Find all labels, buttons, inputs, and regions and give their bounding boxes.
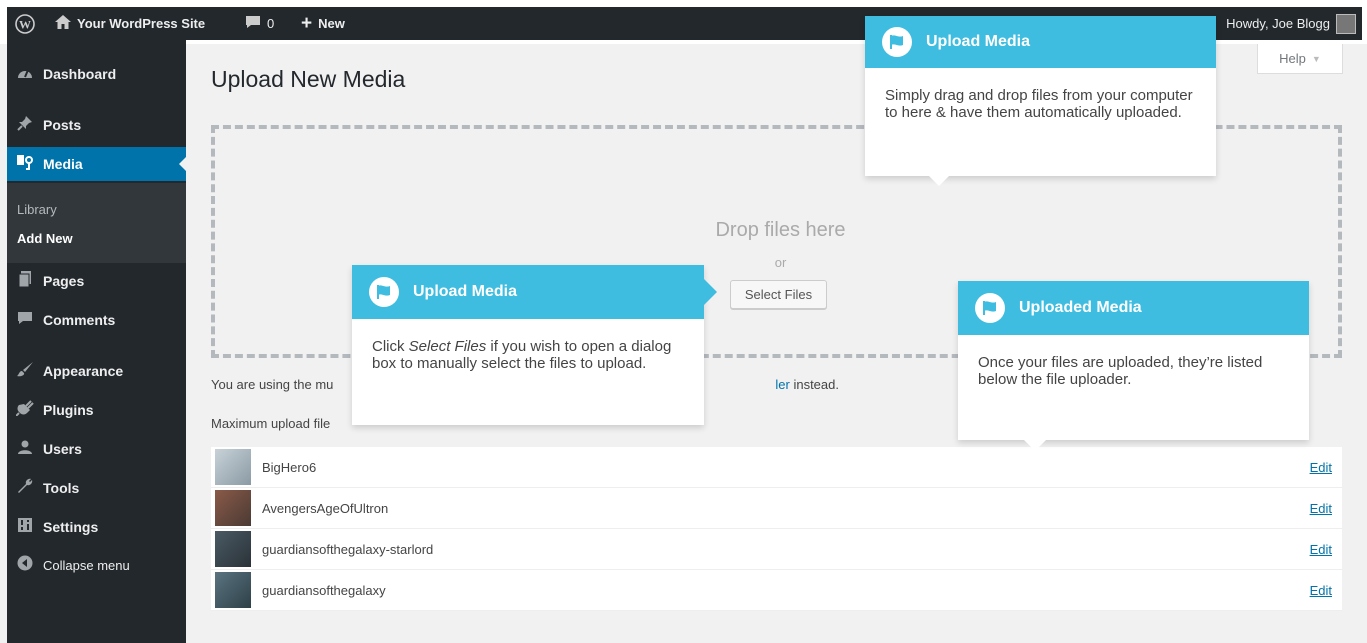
new-content-link[interactable]: + New: [301, 7, 345, 40]
tooltip-title: Upload Media: [413, 283, 518, 300]
submenu-item-library[interactable]: Library: [17, 202, 57, 217]
edit-link[interactable]: Edit: [1310, 583, 1332, 598]
media-item: guardiansofthegalaxy Edit: [211, 570, 1342, 611]
browser-uploader-link[interactable]: ler: [775, 377, 789, 392]
select-files-button[interactable]: Select Files: [730, 280, 827, 309]
comment-bubble-icon: [245, 15, 261, 32]
pages-icon: [14, 271, 36, 291]
media-filename: BigHero6: [262, 459, 317, 475]
howdy-label: Howdy, Joe Blogg: [1226, 16, 1330, 31]
menu-item-dashboard[interactable]: Dashboard: [7, 57, 186, 91]
plug-icon: [14, 400, 36, 420]
menu-label-appearance: Appearance: [43, 363, 124, 379]
upload-media-tooltip-select: Upload Media Click Select Files if you w…: [352, 265, 717, 425]
media-filename: AvengersAgeOfUltron: [262, 500, 389, 516]
menu-label-tools: Tools: [43, 480, 80, 496]
new-label: New: [318, 16, 345, 31]
edit-link[interactable]: Edit: [1310, 501, 1332, 516]
uploaded-media-tooltip: Uploaded Media Once your files are uploa…: [958, 281, 1309, 451]
menu-item-posts[interactable]: Posts: [7, 108, 186, 142]
menu-item-comments[interactable]: Comments: [7, 303, 186, 337]
submenu-item-add-new[interactable]: Add New: [17, 231, 73, 246]
uploader-note-suffix: instead.: [789, 377, 839, 392]
media-item: guardiansofthegalaxy-starlord Edit: [211, 529, 1342, 570]
media-item: BigHero6 Edit: [211, 447, 1342, 488]
tooltip-header: Upload Media: [352, 265, 704, 319]
max-upload-size: Maximum upload file: [211, 416, 331, 431]
dashboard-icon: [14, 65, 36, 83]
uploader-note-prefix: You are using the mu: [211, 377, 334, 392]
flag-icon: [975, 293, 1005, 323]
media-item: AvengersAgeOfUltron Edit: [211, 488, 1342, 529]
menu-label-dashboard: Dashboard: [43, 66, 117, 82]
media-filename: guardiansofthegalaxy: [262, 582, 386, 598]
home-icon: [55, 15, 71, 32]
media-filename: guardiansofthegalaxy-starlord: [262, 541, 434, 557]
caret-down-icon: ▼: [1311, 53, 1321, 64]
comments-link[interactable]: 0: [245, 7, 274, 40]
edit-link[interactable]: Edit: [1310, 542, 1332, 557]
tooltip-body: Simply drag and drop files from your com…: [885, 87, 1193, 121]
comments-count: 0: [267, 16, 275, 31]
media-thumbnail: [215, 449, 251, 485]
menu-item-plugins[interactable]: Plugins: [7, 393, 186, 427]
tooltip-title: Upload Media: [926, 33, 1031, 50]
upload-media-tooltip-top: Upload Media Simply drag and drop files …: [865, 16, 1216, 186]
media-thumbnail: [215, 572, 251, 608]
tooltip-body-emphasis: Select Files: [408, 338, 487, 355]
drop-files-text: Drop files here: [715, 219, 846, 241]
collapse-menu-button[interactable]: Collapse menu: [7, 548, 186, 582]
menu-item-appearance[interactable]: Appearance: [7, 354, 186, 388]
help-tab-button[interactable]: Help ▼: [1257, 44, 1343, 74]
menu-label-settings: Settings: [43, 519, 99, 535]
page-title: Upload New Media: [211, 66, 406, 92]
tooltip-body-prefix: Click: [372, 338, 409, 355]
menu-item-tools[interactable]: Tools: [7, 471, 186, 505]
wrench-icon: [14, 478, 36, 498]
site-name-label: Your WordPress Site: [77, 16, 206, 31]
menu-item-users[interactable]: Users: [7, 432, 186, 466]
avatar: [1336, 13, 1356, 34]
users-icon: [14, 439, 36, 459]
site-name-link[interactable]: Your WordPress Site: [55, 7, 205, 40]
comment-icon: [14, 311, 36, 329]
menu-label-posts: Posts: [43, 117, 82, 133]
help-label: Help: [1279, 51, 1306, 66]
brush-icon: [14, 361, 36, 381]
wordpress-logo-icon[interactable]: W: [15, 7, 35, 40]
flag-icon: [882, 27, 912, 57]
menu-label-pages: Pages: [43, 273, 85, 289]
tooltip-header: Upload Media: [865, 16, 1216, 68]
edit-link[interactable]: Edit: [1310, 460, 1332, 475]
menu-label-comments: Comments: [43, 312, 116, 328]
collapse-menu-label: Collapse menu: [43, 557, 130, 573]
tooltip-body: Once your files are uploaded, they’re li…: [978, 354, 1263, 388]
collapse-arrow-icon: [14, 555, 36, 575]
menu-label-plugins: Plugins: [43, 402, 94, 418]
media-icon: [14, 154, 36, 174]
tooltip-title: Uploaded Media: [1019, 299, 1142, 316]
flag-icon: [369, 277, 399, 307]
account-menu[interactable]: Howdy, Joe Blogg: [1226, 7, 1356, 40]
plus-icon: +: [301, 12, 313, 34]
menu-item-settings[interactable]: Settings: [7, 510, 186, 544]
menu-item-media[interactable]: Media: [7, 147, 187, 181]
uploaded-media-list: BigHero6 Edit AvengersAgeOfUltron Edit g…: [211, 447, 1342, 611]
settings-icon: [14, 517, 36, 537]
media-thumbnail: [215, 531, 251, 567]
pin-icon: [14, 115, 36, 135]
menu-item-pages[interactable]: Pages: [7, 264, 186, 298]
menu-label-media: Media: [43, 156, 83, 172]
admin-menu: Dashboard Posts Media Library Add New Pa…: [7, 40, 187, 643]
tooltip-header: Uploaded Media: [958, 281, 1309, 335]
menu-label-users: Users: [43, 441, 82, 457]
svg-text:W: W: [19, 17, 31, 31]
media-submenu: Library Add New: [7, 183, 186, 263]
media-thumbnail: [215, 490, 251, 526]
tooltip-body: Click Select Files if you wish to open a…: [352, 319, 704, 372]
